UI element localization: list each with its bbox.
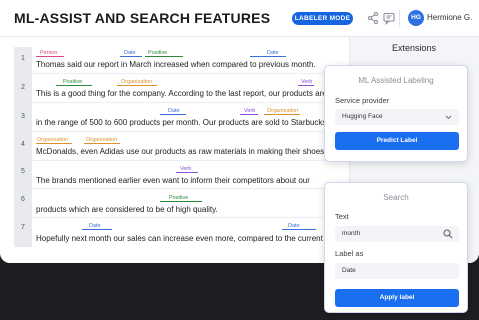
comment-icon[interactable] (382, 11, 396, 26)
text-line[interactable]: in the range of 500 to 600 products per … (36, 118, 329, 127)
label-as-value: Date (342, 267, 356, 274)
page-title: ML-ASSIST AND SEARCH FEATURES (14, 10, 271, 26)
search-text-label: Text (335, 212, 349, 221)
service-provider-select[interactable]: Hugging Face (335, 109, 459, 125)
text-line[interactable]: Hopefully next month our sales can incre… (36, 234, 350, 243)
line-number: 7 (21, 224, 25, 231)
avatar[interactable]: HG (408, 10, 424, 26)
service-provider-label: Service provider (335, 96, 390, 105)
row-divider (14, 188, 334, 189)
search-card-title: Search (383, 193, 409, 202)
line-number: 5 (21, 168, 25, 175)
label-underline (82, 229, 112, 230)
text-line[interactable]: The brands mentioned earlier even want t… (36, 176, 310, 185)
text-line[interactable]: This is a good thing for the company. Ac… (36, 89, 344, 98)
label-underline (117, 85, 157, 86)
search-text-value: month (342, 230, 361, 237)
line-number: 1 (21, 55, 25, 62)
label-underline (250, 56, 286, 57)
line-number: 4 (21, 141, 25, 148)
ml-assisted-labeling-card: ML Assisted Labeling Service provider Hu… (324, 65, 468, 162)
row-divider (14, 160, 334, 161)
label-underline (282, 229, 316, 230)
header-bar: ML-ASSIST AND SEARCH FEATURES LABELER MO… (0, 0, 479, 37)
search-icon[interactable] (443, 229, 453, 246)
row-divider (14, 73, 334, 74)
row-divider (14, 131, 334, 132)
label-as-input[interactable]: Date (335, 263, 459, 279)
label-underline (298, 85, 314, 86)
label-underline (145, 56, 183, 57)
line-number: 2 (21, 84, 25, 91)
chevron-down-icon (445, 109, 452, 132)
line-number: 6 (21, 196, 25, 203)
ml-card-title: ML Assisted Labeling (358, 76, 434, 85)
search-card: Search Text month Label as Date Apply la… (324, 182, 468, 313)
label-as-label: Label as (335, 249, 364, 258)
search-text-input[interactable]: month (335, 226, 459, 242)
row-divider (14, 102, 334, 103)
user-name[interactable]: Hermione G. (427, 13, 472, 22)
label-underline (160, 201, 202, 202)
text-line[interactable]: products which are considered to be of h… (36, 205, 218, 214)
labeler-mode-badge[interactable]: LABELER MODE (292, 12, 353, 25)
extensions-title: Extensions (391, 43, 437, 53)
label-underline (240, 114, 258, 115)
label-underline (56, 85, 92, 86)
label-underline (36, 56, 64, 57)
label-underline (160, 114, 186, 115)
service-provider-value: Hugging Face (342, 113, 383, 120)
label-underline (120, 56, 142, 57)
label-underline (36, 143, 72, 144)
apply-label-button[interactable]: Apply label (335, 289, 459, 307)
text-line[interactable]: Thomas said our report in March increase… (36, 60, 316, 69)
text-line[interactable]: McDonalds, even Adidas use our products … (36, 147, 326, 156)
predict-label-button[interactable]: Predict Label (335, 132, 459, 150)
label-underline (176, 172, 198, 173)
label-underline (84, 143, 120, 144)
label-underline (264, 114, 300, 115)
line-number: 3 (21, 113, 25, 120)
header-divider (399, 10, 400, 27)
row-divider (14, 217, 334, 218)
share-icon[interactable] (366, 11, 380, 25)
